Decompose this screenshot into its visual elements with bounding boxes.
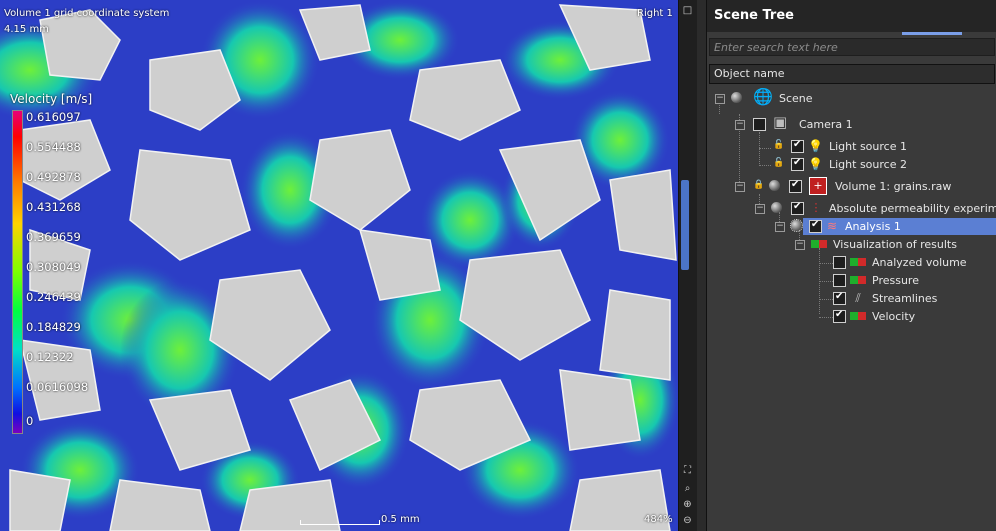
tree-item-label: Scene bbox=[779, 92, 813, 105]
3d-viewport[interactable]: Volume 1 grid coordinate system 4.15 mm … bbox=[0, 0, 678, 531]
tree-item-label: Light source 1 bbox=[829, 140, 907, 153]
material-sphere-icon bbox=[790, 219, 803, 232]
zoom-icon[interactable]: ⌕ bbox=[681, 482, 694, 495]
tree-item-label: Velocity bbox=[872, 310, 916, 323]
collapse-icon[interactable]: − bbox=[775, 222, 785, 232]
tree-item-label: Pressure bbox=[872, 274, 919, 287]
panel-title: Scene Tree bbox=[707, 0, 996, 32]
scene-tree-panel: Scene Tree Enter search text here Object… bbox=[706, 0, 996, 531]
tree-item-experiment[interactable]: − ⋮ Absolute permeability experiment bbox=[707, 200, 996, 218]
color-legend: Velocity [m/s] 0.616097 0.554488 0.49287… bbox=[10, 92, 120, 434]
visibility-checkbox[interactable] bbox=[833, 309, 846, 323]
legend-tick: 0.184829 bbox=[26, 320, 81, 334]
legend-tick: 0.308049 bbox=[26, 260, 81, 274]
collapse-icon[interactable]: − bbox=[755, 204, 765, 214]
material-sphere-icon bbox=[731, 92, 742, 103]
tree-item-label: Streamlines bbox=[872, 292, 938, 305]
tree-item-label: Analysis 1 bbox=[845, 220, 901, 233]
legend-tick: 0 bbox=[26, 414, 34, 428]
maximize-icon[interactable]: □ bbox=[681, 4, 694, 17]
legend-tick: 0.0616098 bbox=[26, 380, 89, 394]
tree-item-volume[interactable]: − 🔒 + Volume 1: grains.raw bbox=[707, 177, 996, 196]
collapse-icon[interactable]: − bbox=[795, 240, 805, 250]
collapse-icon[interactable]: − bbox=[735, 120, 745, 130]
tree-item-scene[interactable]: − 🌐 Scene bbox=[707, 87, 996, 108]
lightbulb-icon: 💡 bbox=[808, 139, 823, 153]
result-icon bbox=[850, 312, 866, 320]
fit-view-icon[interactable]: ⛶ bbox=[681, 464, 694, 477]
legend-tick: 0.246439 bbox=[26, 290, 81, 304]
tree-item-label: Visualization of results bbox=[833, 238, 957, 251]
legend-tick: 0.369659 bbox=[26, 230, 81, 244]
experiment-icon: ⋮ bbox=[810, 201, 822, 214]
tree-item-analysis[interactable]: − ≋ Analysis 1 bbox=[707, 218, 996, 236]
tree-item-label: Volume 1: grains.raw bbox=[835, 180, 952, 193]
visibility-checkbox[interactable] bbox=[833, 256, 846, 269]
material-sphere-icon bbox=[771, 202, 782, 213]
legend-tick: 0.616097 bbox=[26, 110, 81, 124]
zoom-label: 484% bbox=[644, 514, 673, 525]
view-name-label: Right 1 bbox=[637, 8, 673, 19]
visibility-checkbox[interactable] bbox=[789, 179, 802, 193]
visualization-icon bbox=[811, 240, 827, 248]
streamlines-icon: ⫽ bbox=[855, 291, 861, 305]
zoom-in-icon[interactable]: ⊕ bbox=[681, 498, 694, 511]
visibility-checkbox[interactable] bbox=[833, 274, 846, 287]
visibility-checkbox[interactable] bbox=[809, 219, 822, 233]
collapse-icon[interactable]: − bbox=[735, 182, 745, 192]
viewport-scrollbar[interactable] bbox=[681, 180, 689, 270]
globe-icon: 🌐 bbox=[753, 87, 773, 106]
lock-icon[interactable]: 🔓 bbox=[773, 159, 784, 168]
visibility-checkbox[interactable] bbox=[791, 157, 804, 171]
camera-icon: ▣ bbox=[773, 113, 788, 131]
tree-item-pressure[interactable]: Pressure bbox=[707, 272, 996, 290]
result-icon bbox=[850, 258, 866, 266]
scale-label: 0.5 mm bbox=[381, 514, 420, 525]
tree-item-label: Absolute permeability experiment bbox=[829, 202, 996, 215]
tree-item-light-2[interactable]: 🔓 💡 Light source 2 bbox=[707, 156, 996, 174]
panel-splitter[interactable] bbox=[902, 32, 962, 35]
legend-tick: 0.554488 bbox=[26, 140, 81, 154]
visibility-checkbox[interactable] bbox=[753, 118, 766, 131]
tree-item-label: Analyzed volume bbox=[872, 256, 967, 269]
tree-item-label: Camera 1 bbox=[799, 118, 853, 131]
velocity-visualization bbox=[0, 0, 678, 531]
tree-item-visualization[interactable]: − Visualization of results bbox=[707, 236, 996, 254]
scale-bar bbox=[300, 520, 380, 525]
legend-tick: 0.431268 bbox=[26, 200, 81, 214]
lightbulb-icon: 💡 bbox=[808, 157, 823, 171]
tree-item-velocity[interactable]: Velocity bbox=[707, 308, 996, 326]
visibility-checkbox[interactable] bbox=[791, 201, 804, 215]
tree-item-label: Light source 2 bbox=[829, 158, 907, 171]
collapse-icon[interactable]: − bbox=[715, 94, 725, 104]
size-label: 4.15 mm bbox=[4, 24, 49, 35]
analysis-icon: ≋ bbox=[826, 219, 838, 233]
visibility-checkbox[interactable] bbox=[791, 139, 804, 153]
column-header[interactable]: Object name bbox=[709, 64, 995, 84]
volume-icon: + bbox=[809, 177, 827, 195]
legend-tick: 0.12322 bbox=[26, 350, 74, 364]
tree-item-analyzed-volume[interactable]: Analyzed volume bbox=[707, 254, 996, 272]
zoom-out-icon[interactable]: ⊖ bbox=[681, 514, 694, 527]
lock-icon[interactable]: 🔒 bbox=[753, 181, 764, 190]
legend-title: Velocity [m/s] bbox=[10, 92, 93, 106]
tree-item-streamlines[interactable]: ⫽ Streamlines bbox=[707, 290, 996, 308]
tree-item-light-1[interactable]: 🔓 💡 Light source 1 bbox=[707, 138, 996, 156]
legend-tick: 0.492878 bbox=[26, 170, 81, 184]
lock-icon[interactable]: 🔓 bbox=[773, 141, 784, 150]
tree-item-camera[interactable]: − ▣ Camera 1 bbox=[707, 113, 996, 134]
search-input[interactable]: Enter search text here bbox=[709, 38, 995, 56]
coordinate-system-label: Volume 1 grid coordinate system bbox=[4, 8, 170, 19]
material-sphere-icon bbox=[769, 180, 780, 191]
legend-colorbar bbox=[12, 110, 23, 434]
result-icon bbox=[850, 276, 866, 284]
visibility-checkbox[interactable] bbox=[833, 291, 846, 305]
